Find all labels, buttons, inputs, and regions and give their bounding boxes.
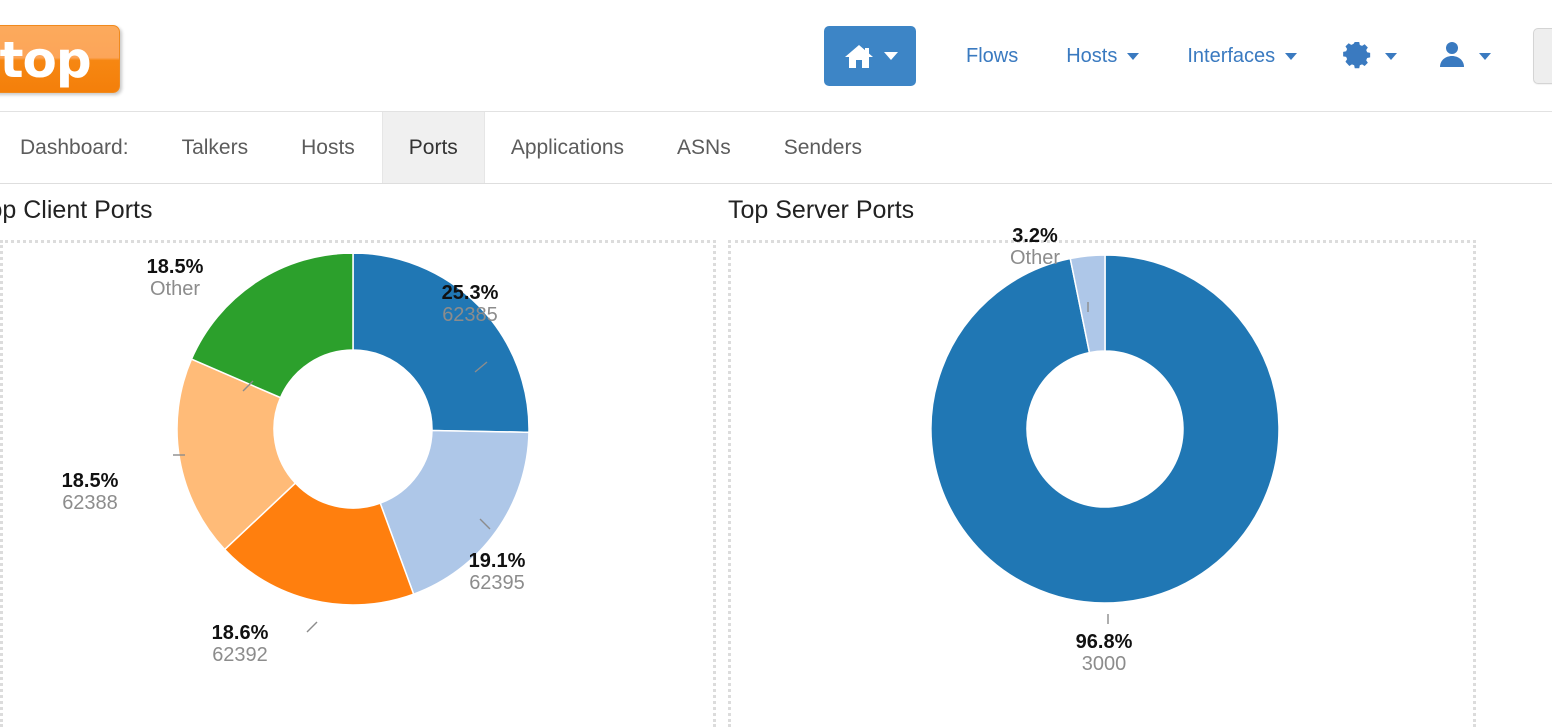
- nav-item-interfaces[interactable]: Interfaces: [1163, 45, 1321, 68]
- gear-icon: [1341, 38, 1373, 75]
- slice-label-62392: 18.6% 62392: [211, 622, 269, 666]
- dashboard-tabbar: Dashboard: Talkers Hosts Ports Applicati…: [0, 112, 1552, 184]
- panel-title: Top Server Ports: [728, 196, 915, 224]
- chevron-down-icon: [1285, 52, 1298, 60]
- navbar-items: Flows Hosts Interfaces: [824, 0, 1552, 112]
- chevron-down-icon: [1127, 52, 1140, 60]
- user-icon: [1437, 39, 1467, 74]
- tabbar-prefix-label: Dashboard:: [20, 135, 129, 159]
- nav-item-label: Interfaces: [1187, 44, 1276, 67]
- slice-label-3000: 96.8% 3000: [1075, 631, 1133, 675]
- slice-label-62388: 18.5% 62388: [61, 470, 119, 514]
- user-menu[interactable]: [1417, 39, 1511, 74]
- settings-menu[interactable]: [1321, 38, 1417, 75]
- tab-asns[interactable]: ASNs: [651, 112, 758, 183]
- top-client-ports-panel: Top Client Ports: [0, 184, 716, 225]
- slice-label-other-server: 3.2% Other: [1009, 225, 1061, 269]
- slice-label-62385: 25.3% 62385: [441, 282, 499, 326]
- pie-slice-62385[interactable]: [352, 252, 530, 434]
- home-button[interactable]: [824, 26, 916, 86]
- nav-item-hosts[interactable]: Hosts: [1042, 45, 1163, 68]
- tab-talkers[interactable]: Talkers: [156, 112, 276, 183]
- nav-item-flows[interactable]: Flows: [942, 45, 1042, 68]
- tab-ports[interactable]: Ports: [381, 112, 485, 183]
- tab-senders[interactable]: Senders: [758, 112, 889, 183]
- nav-item-label: Hosts: [1066, 44, 1118, 67]
- chevron-down-icon: [1479, 52, 1492, 60]
- panel-title: Top Client Ports: [0, 196, 153, 224]
- slice-label-62395: 19.1% 62395: [468, 550, 526, 594]
- ntop-logo[interactable]: ntop: [0, 25, 120, 93]
- charts-area: Top Client Ports Top Server Ports 25.3% …: [0, 184, 1552, 727]
- top-server-ports-panel: Top Server Ports: [728, 184, 1476, 225]
- chevron-down-icon: [883, 52, 898, 60]
- nav-item-label: Flows: [966, 44, 1019, 67]
- search-button[interactable]: [1533, 28, 1552, 84]
- chevron-down-icon: [1385, 52, 1398, 60]
- home-icon: [843, 42, 875, 70]
- brand-label: ntop: [0, 31, 92, 89]
- tab-applications[interactable]: Applications: [485, 112, 651, 183]
- tab-hosts[interactable]: Hosts: [275, 112, 382, 183]
- slice-label-other-client: 18.5% Other: [146, 256, 204, 300]
- top-navbar: ntop Flows Hosts Interfaces: [0, 0, 1552, 112]
